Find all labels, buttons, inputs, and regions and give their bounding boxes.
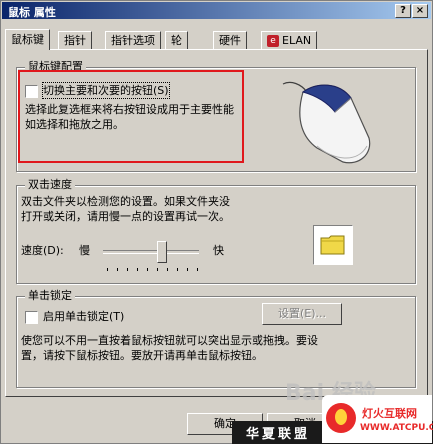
slider-tick — [187, 268, 188, 271]
tab-pointer-options[interactable]: 指针选项 — [105, 31, 161, 49]
fast-label: 快 — [213, 244, 224, 257]
tab-hardware[interactable]: 硬件 — [213, 31, 247, 49]
slow-label: 慢 — [79, 244, 90, 257]
double-click-title: 双击速度 — [25, 178, 75, 192]
double-click-group: 双击速度 双击文件夹以检测您的设置。如果文件夹没 打开或关闭，请用慢一点的设置再… — [16, 178, 416, 284]
tab-buttons[interactable]: 鼠标键 — [5, 29, 50, 50]
slider-tick — [167, 268, 168, 271]
speed-slider-thumb[interactable] — [156, 241, 167, 263]
slider-tick — [107, 268, 108, 271]
double-click-desc-1: 双击文件夹以检测您的设置。如果文件夹没 — [21, 195, 230, 208]
mouse-image-icon — [282, 81, 371, 164]
window-title: 鼠标 属性 — [8, 6, 56, 19]
test-folder-area[interactable] — [313, 225, 353, 265]
speed-label: 速度(D): — [21, 244, 64, 257]
elan-icon: e — [267, 35, 279, 47]
slider-tick — [197, 268, 198, 271]
slider-tick — [127, 268, 128, 271]
folder-icon[interactable] — [320, 234, 346, 256]
highlight-annotation — [18, 70, 244, 163]
click-lock-settings-button[interactable]: 设置(E)... — [262, 303, 342, 325]
slider-tick — [147, 268, 148, 271]
slider-tick — [117, 268, 118, 271]
title-bar: 鼠标 属性 ? × — [2, 2, 431, 19]
logo-url: WWW.ATCPU.COM — [360, 423, 433, 433]
click-lock-desc-2: 置，请按下鼠标按钮。要放开请再单击鼠标按钮。 — [21, 349, 263, 362]
slider-tick — [177, 268, 178, 271]
flame-logo-icon — [326, 403, 356, 433]
tab-wheel[interactable]: 轮 — [165, 31, 188, 49]
slider-tick — [137, 268, 138, 271]
click-lock-label[interactable]: 启用单击锁定(T) — [43, 309, 124, 324]
tab-elan[interactable]: e ELAN — [261, 31, 318, 49]
tab-elan-label: ELAN — [282, 34, 312, 47]
logo-cn-name: 华夏联盟 — [246, 427, 311, 442]
help-button[interactable]: ? — [395, 4, 411, 18]
click-lock-checkbox[interactable] — [25, 311, 38, 324]
slider-tick — [157, 268, 158, 271]
site-logo-badge: 灯火互联网 WWW.ATCPU.COM — [322, 395, 433, 443]
click-lock-desc-1: 使您可以不用一直按着鼠标按钮就可以突出显示或拖拽。要设 — [21, 334, 318, 347]
tab-pointers[interactable]: 指针 — [58, 31, 92, 49]
close-button[interactable]: × — [412, 4, 428, 18]
double-click-desc-2: 打开或关闭，请用慢一点的设置再试一次。 — [21, 210, 230, 223]
logo-site-name: 灯火互联网 — [362, 407, 417, 420]
speed-slider-track[interactable] — [103, 250, 199, 254]
click-lock-title: 单击锁定 — [25, 289, 75, 303]
